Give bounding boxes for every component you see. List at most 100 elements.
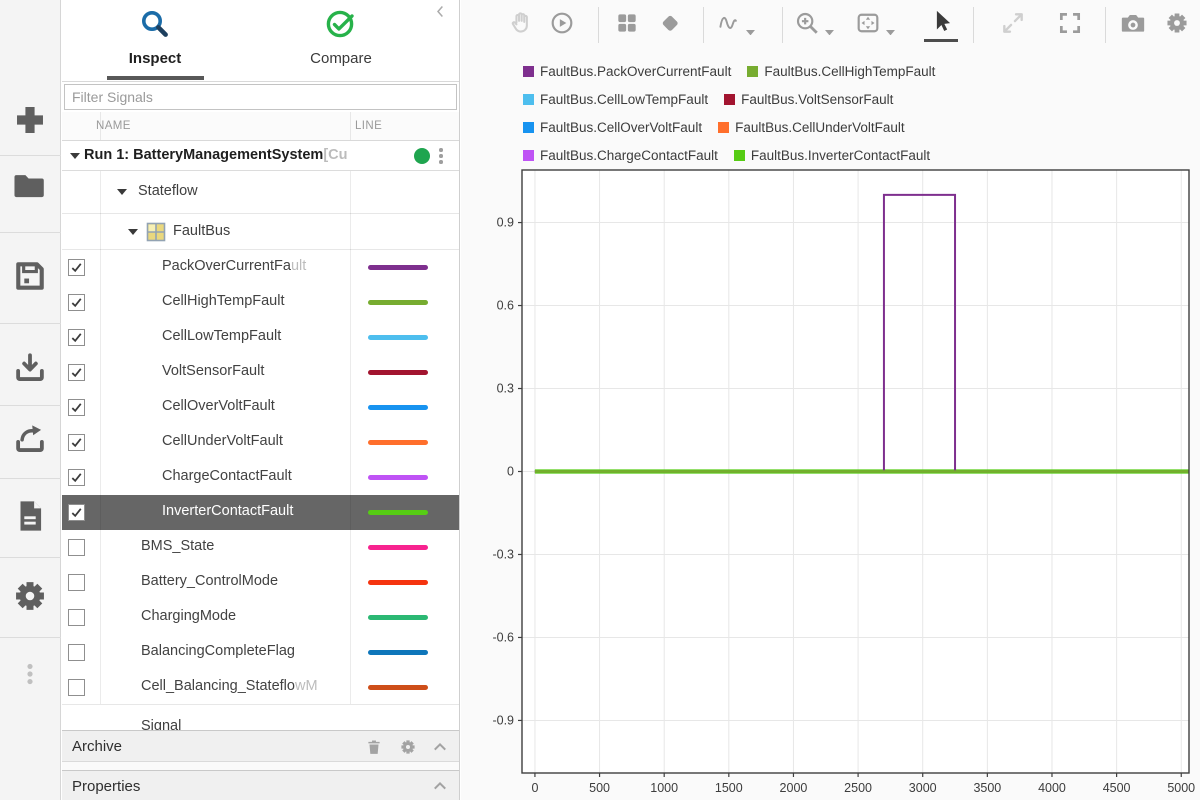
tab-inspect[interactable]: Inspect (62, 6, 248, 67)
add-button[interactable] (0, 99, 60, 145)
signal-label: CellLowTempFault (162, 328, 281, 344)
signal-checkbox[interactable] (68, 434, 85, 451)
signal-checkbox[interactable] (68, 679, 85, 696)
caret-down-icon[interactable] (886, 22, 895, 28)
signal-row[interactable]: VoltSensorFault (62, 355, 459, 390)
more-options-button[interactable] (0, 653, 60, 699)
column-header-name: NAME (96, 120, 131, 132)
collapse-triangle-icon[interactable] (70, 153, 80, 159)
run-row[interactable]: Run 1: BatteryManagementSystem[Cu (62, 141, 459, 171)
legend-row: FaultBus.PackOverCurrentFault FaultBus.Ce… (523, 57, 935, 85)
signal-checkbox[interactable] (68, 469, 85, 486)
wave-icon (715, 10, 741, 41)
preferences-button[interactable] (0, 575, 60, 621)
create-report-button[interactable] (0, 495, 60, 541)
svg-text:5000: 5000 (1167, 781, 1195, 795)
clear-plots-button[interactable] (653, 8, 687, 42)
signal-line-swatch (368, 370, 428, 375)
properties-collapse-chevron-icon[interactable] (431, 777, 449, 795)
layout-button[interactable] (610, 8, 644, 42)
save-icon (11, 257, 49, 300)
legend-swatch (523, 122, 534, 133)
signal-row[interactable]: CellOverVoltFault (62, 390, 459, 425)
plus-icon (11, 101, 49, 144)
signal-row[interactable]: InverterContactFault (62, 495, 459, 530)
snapshot-button[interactable] (1116, 8, 1150, 42)
svg-text:3500: 3500 (973, 781, 1001, 795)
plot-settings-button[interactable] (1160, 8, 1194, 42)
save-button[interactable] (0, 255, 60, 301)
archive-section-bar[interactable]: Archive (62, 730, 459, 762)
signal-row[interactable]: PackOverCurrentFault (62, 250, 459, 285)
signal-row[interactable]: ChargingMode (62, 600, 459, 635)
signal-checkbox[interactable] (68, 539, 85, 556)
trash-icon[interactable] (365, 738, 383, 756)
fit-to-view-button[interactable] (846, 8, 904, 42)
signal-label: BalancingCompleteFlag (141, 643, 295, 659)
archive-settings-gear-icon[interactable] (399, 738, 417, 756)
svg-text:4500: 4500 (1103, 781, 1131, 795)
time-plot[interactable]: 0500100015002000250030003500400045005000… (461, 160, 1200, 800)
caret-down-icon[interactable] (825, 22, 834, 28)
active-tab-underline (107, 76, 204, 80)
signal-row[interactable]: CellUnderVoltFault (62, 425, 459, 460)
group-row-stateflow[interactable]: Stateflow (62, 171, 459, 214)
signal-checkbox[interactable] (68, 574, 85, 591)
magnifier-icon (62, 6, 248, 42)
open-button[interactable] (0, 165, 60, 211)
properties-section-bar[interactable]: Properties (62, 770, 459, 800)
bus-icon (146, 222, 166, 242)
signal-row[interactable]: ChargeContactFault (62, 460, 459, 495)
svg-text:0.3: 0.3 (497, 382, 514, 396)
signal-row[interactable]: Battery_ControlMode (62, 565, 459, 600)
filter-wrap (62, 82, 459, 112)
svg-text:-0.3: -0.3 (492, 547, 514, 561)
bus-row-faultbus[interactable]: FaultBus (62, 214, 459, 250)
legend-item: FaultBus.CellHighTempFault (747, 64, 935, 79)
export-button[interactable] (0, 418, 60, 464)
replay-button[interactable] (545, 8, 579, 42)
signal-row[interactable]: CellHighTempFault (62, 285, 459, 320)
signal-checkbox[interactable] (68, 504, 85, 521)
signal-row[interactable]: BMS_State (62, 530, 459, 565)
legend-item: FaultBus.CellOverVoltFault (523, 120, 702, 135)
signal-checkbox[interactable] (68, 609, 85, 626)
import-button[interactable] (0, 347, 60, 393)
signal-checkbox[interactable] (68, 399, 85, 416)
signal-row[interactable]: BalancingCompleteFlag (62, 635, 459, 670)
signal-checkbox[interactable] (68, 644, 85, 661)
tab-compare[interactable]: Compare (248, 6, 434, 67)
filter-signals-input[interactable] (64, 84, 457, 110)
signal-checkbox[interactable] (68, 259, 85, 276)
signal-line-swatch (368, 650, 428, 655)
legend-label: FaultBus.VoltSensorFault (741, 92, 893, 107)
legend-row: FaultBus.CellLowTempFaultFaultBus.VoltSe… (523, 85, 935, 113)
signal-line-swatch (368, 335, 428, 340)
svg-text:0.6: 0.6 (497, 299, 514, 313)
signal-checkbox[interactable] (68, 294, 85, 311)
fullscreen-button[interactable] (1053, 8, 1087, 42)
signal-line-swatch (368, 615, 428, 620)
signal-row[interactable]: Cell_Balancing_StateflowM (62, 670, 459, 705)
zoom-in-button[interactable] (788, 8, 840, 42)
signal-checkbox[interactable] (68, 329, 85, 346)
toolstrip-divider (0, 478, 61, 479)
signal-checkbox[interactable] (68, 364, 85, 381)
pointer-button[interactable] (924, 8, 958, 42)
svg-text:2000: 2000 (780, 781, 808, 795)
legend-label: FaultBus.CellOverVoltFault (540, 120, 702, 135)
collapse-sidebar-icon[interactable] (433, 4, 453, 24)
legend-swatch (523, 150, 534, 161)
collapse-triangle-icon[interactable] (117, 189, 127, 195)
signal-cursor-button[interactable] (709, 8, 761, 42)
archive-collapse-chevron-icon[interactable] (431, 738, 449, 756)
signal-label: CellOverVoltFault (162, 398, 275, 414)
legend-label: FaultBus.CellHighTempFault (764, 64, 935, 79)
legend-item: FaultBus.CellUnderVoltFault (718, 120, 905, 135)
signal-row[interactable]: CellLowTempFault (62, 320, 459, 355)
legend-label: FaultBus.PackOverCurrentFault (540, 64, 731, 79)
run-menu-kebab-icon[interactable] (434, 145, 448, 167)
clipped-signal-row[interactable]: Signal (62, 705, 459, 730)
caret-down-icon[interactable] (746, 22, 755, 28)
collapse-triangle-icon[interactable] (128, 229, 138, 235)
